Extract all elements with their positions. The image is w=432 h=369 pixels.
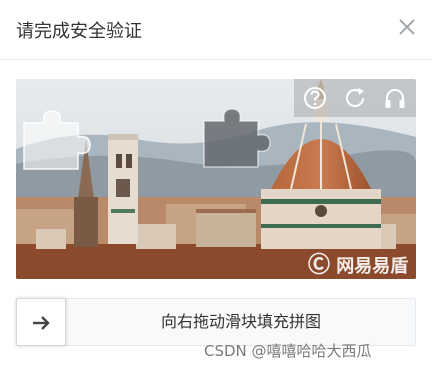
puzzle-piece[interactable] [22,109,92,171]
slider-track[interactable]: 向右拖动滑块填充拼图 [16,298,416,346]
headphones-icon[interactable] [382,85,408,111]
captcha-toolbar [294,79,416,117]
close-icon[interactable] [396,16,418,38]
captcha-watermark: Ⓒ 网易易盾 [308,247,408,279]
help-icon[interactable] [302,85,328,111]
slider-handle[interactable] [16,298,66,346]
slider-hint-text: 向右拖动滑块填充拼图 [160,312,321,331]
watermark-logo-icon: Ⓒ [308,253,331,278]
arrow-right-icon [33,316,50,330]
bell-tower [108,134,138,244]
footer-credit: CSDN @嘻嘻哈哈大西瓜 [204,342,372,360]
dialog-title: 请完成安全验证 [16,21,142,42]
watermark-text: 网易易盾 [336,256,409,277]
dialog-header: 请完成安全验证 [0,0,432,60]
refresh-icon[interactable] [342,85,368,111]
puzzle-target-slot [203,108,271,168]
captcha-image: Ⓒ 网易易盾 [16,79,416,279]
